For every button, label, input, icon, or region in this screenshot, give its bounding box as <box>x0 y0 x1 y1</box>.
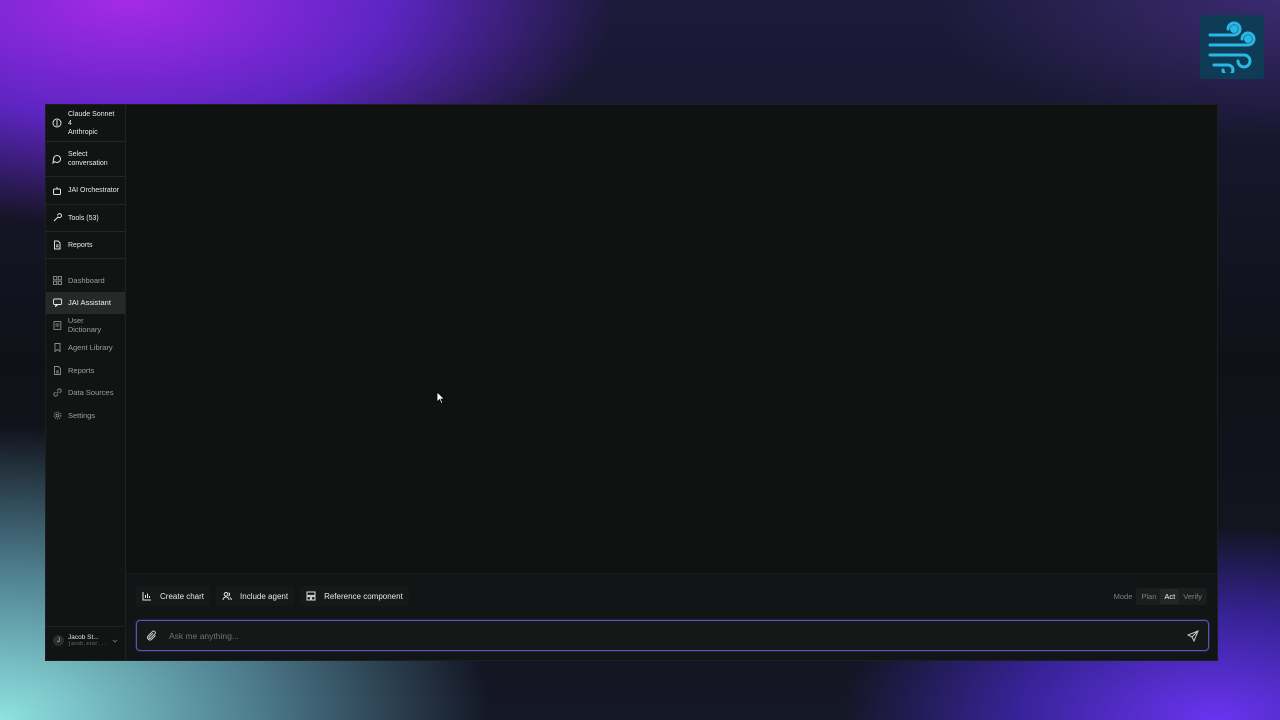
reports-selector[interactable]: Reports <box>46 232 125 259</box>
document-icon <box>54 240 61 250</box>
user-menu[interactable]: J Jacob St... jacob.ster... <box>46 626 125 654</box>
model-icon <box>52 118 62 128</box>
mode-verify-button[interactable]: Verify <box>1179 589 1206 604</box>
link-icon <box>53 388 62 397</box>
model-selector[interactable]: Claude Sonnet 4 Anthropic <box>46 105 125 142</box>
conversation-selector[interactable]: Select conversation <box>46 142 125 177</box>
mode-label: Mode <box>1113 592 1133 601</box>
reference-component-button[interactable]: Reference component <box>300 586 409 606</box>
sidebar: Claude Sonnet 4 Anthropic Select conversat… <box>46 105 126 660</box>
sidebar-item-agent-library[interactable]: Agent Library <box>46 337 125 360</box>
reference-component-label: Reference component <box>324 591 403 601</box>
conversation-line2: conversation <box>68 160 108 167</box>
sidebar-item-label: User Dictionary <box>67 316 102 335</box>
create-chart-label: Create chart <box>160 591 205 601</box>
message-input-box <box>136 620 1209 651</box>
mode-plan-button[interactable]: Plan <box>1137 589 1160 604</box>
send-icon <box>1187 629 1199 642</box>
component-icon <box>306 591 316 601</box>
mode-selector: Mode Plan Act Verify <box>1114 588 1207 605</box>
sidebar-item-label: Settings <box>68 410 96 420</box>
conversation-line1: Select <box>68 151 88 158</box>
avatar: J <box>53 635 64 646</box>
tools-selector[interactable]: Tools (53) <box>46 205 125 232</box>
wrench-icon <box>53 213 62 222</box>
reports-selector-label: Reports <box>68 241 93 249</box>
app-logo <box>1200 15 1264 79</box>
sidebar-item-label: Dashboard <box>68 275 105 285</box>
sidebar-item-settings[interactable]: Settings <box>46 404 125 427</box>
app-window: Claude Sonnet 4 Anthropic Select conversat… <box>45 104 1218 661</box>
book-icon <box>53 320 62 330</box>
sidebar-item-user-dictionary[interactable]: User Dictionary <box>46 314 125 337</box>
user-email: jacob.ster... <box>68 641 108 647</box>
sidebar-item-data-sources[interactable]: Data Sources <box>46 382 125 405</box>
tools-label: Tools (53) <box>68 214 99 222</box>
sidebar-item-label: Reports <box>68 365 95 375</box>
paperclip-icon <box>147 630 156 640</box>
sidebar-nav: Dashboard JAI Assistant User Dictionary … <box>46 269 125 427</box>
include-agent-button[interactable]: Include agent <box>216 586 295 606</box>
document-icon <box>54 365 61 375</box>
sidebar-item-reports[interactable]: Reports <box>46 359 125 382</box>
chat-icon <box>53 298 62 308</box>
sidebar-item-label: Data Sources <box>68 388 114 398</box>
wind-icon <box>1208 21 1256 73</box>
sidebar-item-label: Agent Library <box>68 343 113 353</box>
mode-act-button[interactable]: Act <box>1160 589 1180 604</box>
grid-icon <box>53 275 62 285</box>
chat-bubble-icon <box>52 154 61 164</box>
robot-icon <box>53 186 61 195</box>
mode-toggle: Plan Act Verify <box>1136 588 1207 605</box>
model-provider: Anthropic <box>68 128 98 136</box>
users-icon <box>222 592 232 601</box>
create-chart-button[interactable]: Create chart <box>136 586 211 606</box>
sidebar-item-label: JAI Assistant <box>68 298 111 308</box>
gear-icon <box>53 411 62 420</box>
include-agent-label: Include agent <box>240 591 289 601</box>
sidebar-item-dashboard[interactable]: Dashboard <box>46 269 125 292</box>
user-name: Jacob St... <box>68 634 99 641</box>
chat-main: Create chart Include agent Reference com… <box>126 105 1217 660</box>
message-input[interactable] <box>163 630 1182 641</box>
bookmark-icon <box>54 343 61 353</box>
model-name: Claude Sonnet 4 <box>68 110 115 127</box>
composer: Create chart Include agent Reference com… <box>126 573 1217 660</box>
composer-actions: Create chart Include agent Reference com… <box>136 586 409 606</box>
sidebar-item-jai-assistant[interactable]: JAI Assistant <box>46 291 125 314</box>
attach-button[interactable] <box>141 625 163 647</box>
orchestrator-selector[interactable]: JAI Orchestrator <box>46 177 125 205</box>
mouse-cursor-icon <box>436 391 446 405</box>
send-button[interactable] <box>1182 625 1204 647</box>
chevron-down-icon <box>112 639 118 643</box>
orchestrator-label: JAI Orchestrator <box>68 187 119 194</box>
bar-chart-icon <box>142 592 151 601</box>
